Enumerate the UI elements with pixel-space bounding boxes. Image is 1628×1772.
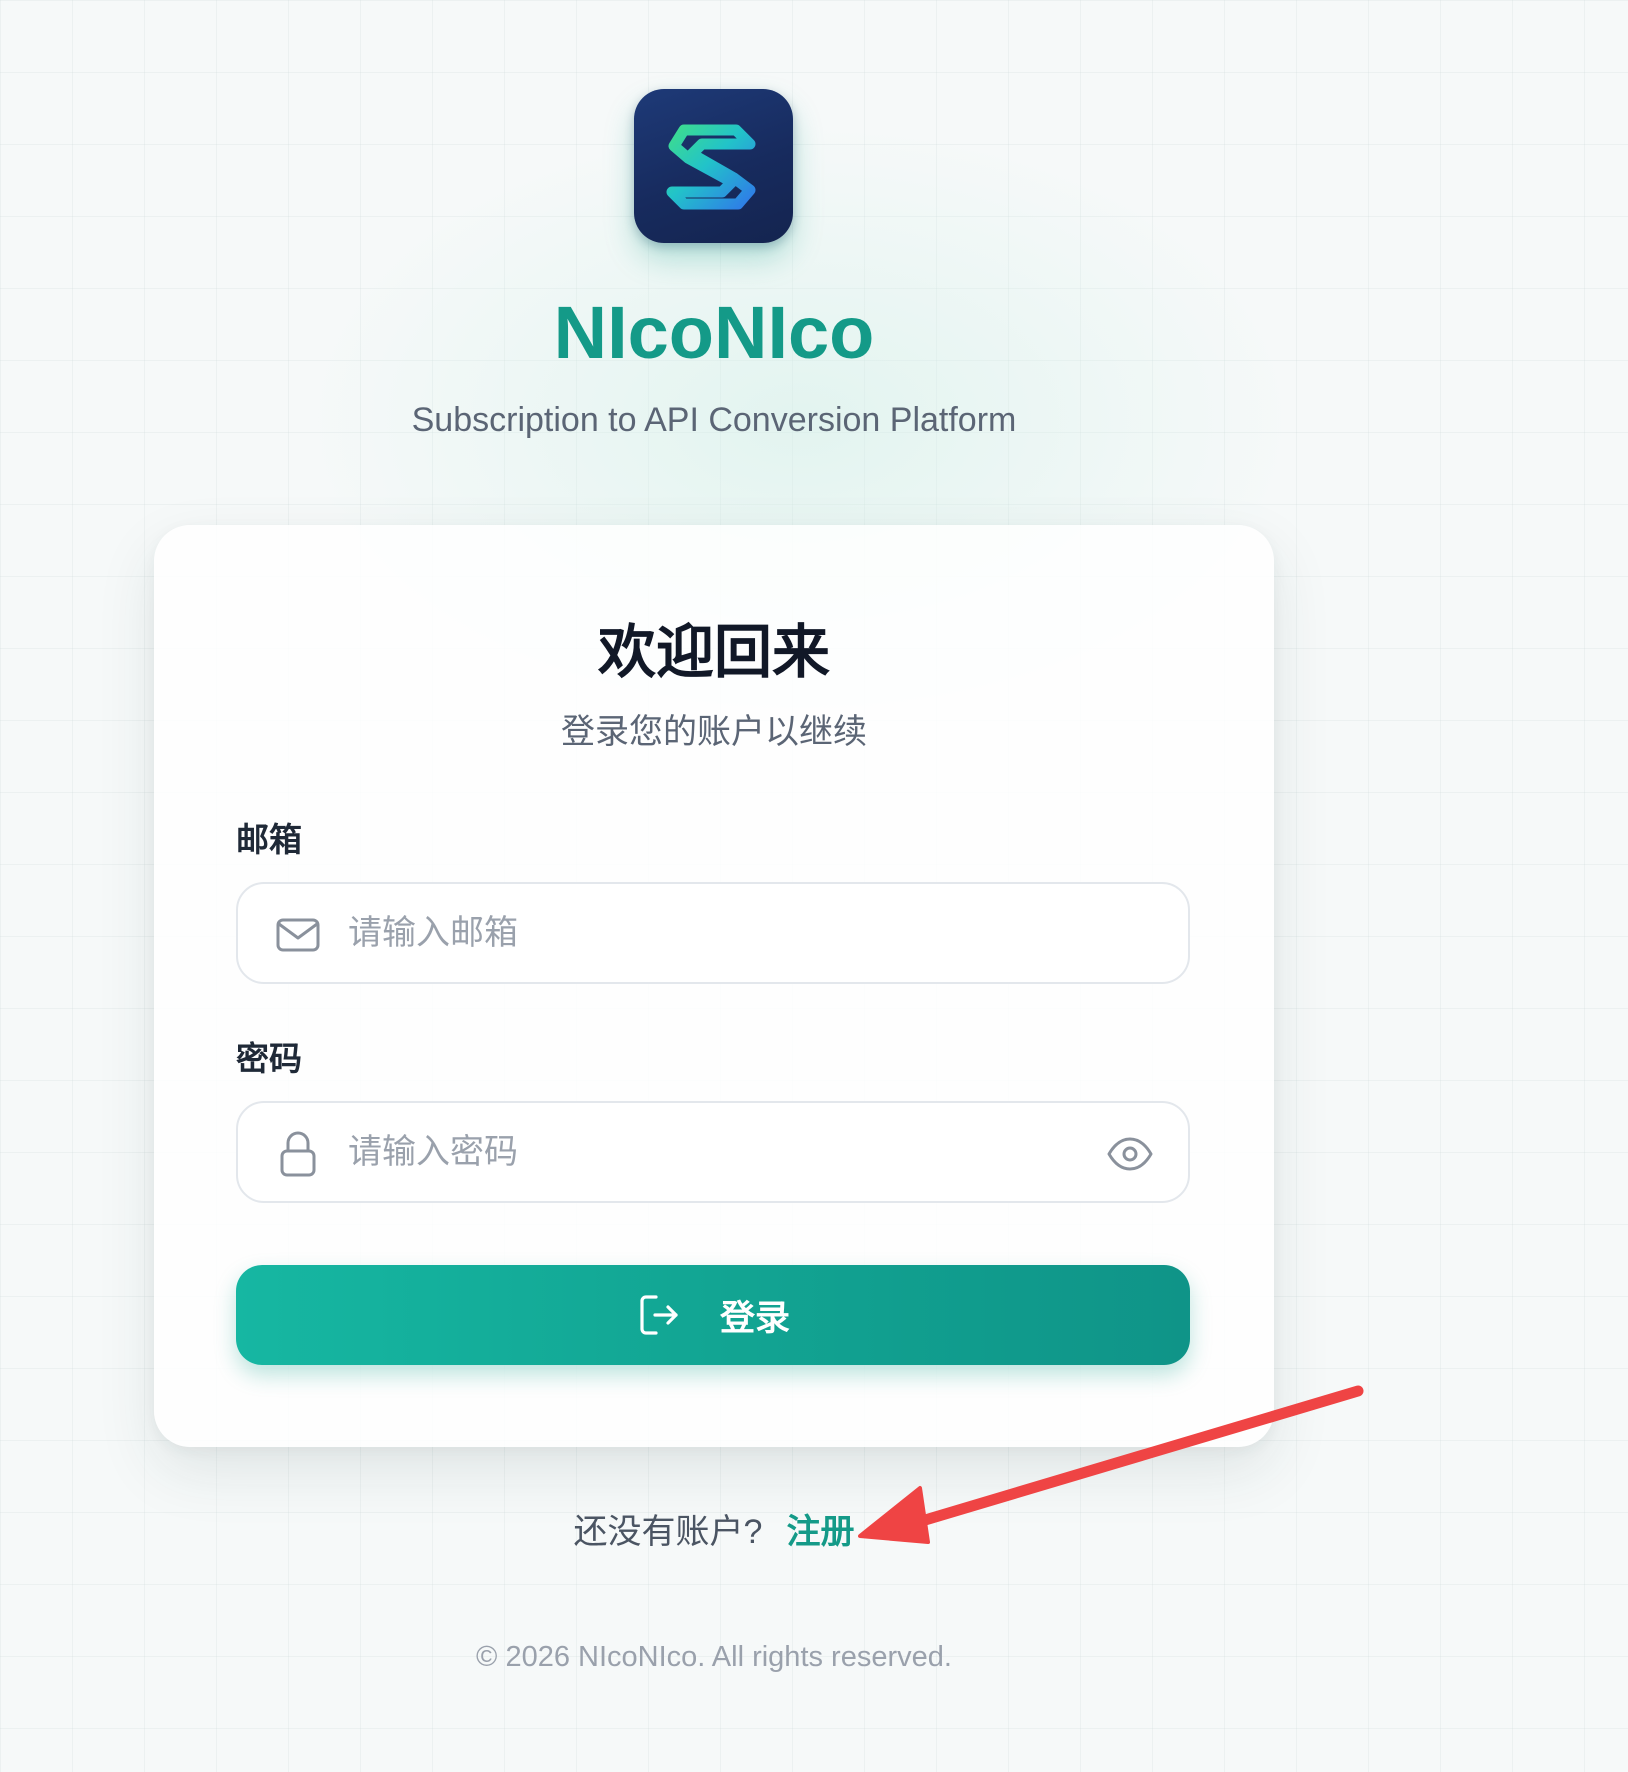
email-label: 邮箱 <box>236 821 302 858</box>
card-title: 欢迎回来 <box>597 620 830 685</box>
login-card: 欢迎回来 登录您的账户以继续 邮箱 密码 <box>154 525 1274 1447</box>
password-input[interactable] <box>348 1103 1108 1201</box>
login-button[interactable]: 登录 <box>236 1265 1190 1365</box>
password-field[interactable] <box>236 1101 1190 1203</box>
login-button-label: 登录 <box>719 1298 790 1338</box>
password-label: 密码 <box>236 1040 302 1077</box>
login-icon <box>636 1292 682 1338</box>
register-row: 还没有账户? 注册 <box>0 1508 1428 1556</box>
email-input[interactable] <box>348 884 1108 982</box>
brand-name: NIcoNIco <box>553 291 875 374</box>
email-field[interactable] <box>236 882 1190 984</box>
register-prompt: 还没有账户? <box>573 1513 763 1551</box>
brand-logo <box>634 89 793 243</box>
register-link[interactable]: 注册 <box>786 1513 854 1551</box>
eye-icon[interactable] <box>1104 1128 1156 1180</box>
mail-icon <box>274 911 322 959</box>
lock-icon <box>274 1130 322 1178</box>
s-shape-logo-icon <box>666 124 755 210</box>
brand-subtitle: Subscription to API Conversion Platform <box>411 401 1017 439</box>
footer-copyright: © 2026 NIcoNIco. All rights reserved. <box>476 1641 952 1673</box>
card-subtitle: 登录您的账户以继续 <box>561 713 867 751</box>
